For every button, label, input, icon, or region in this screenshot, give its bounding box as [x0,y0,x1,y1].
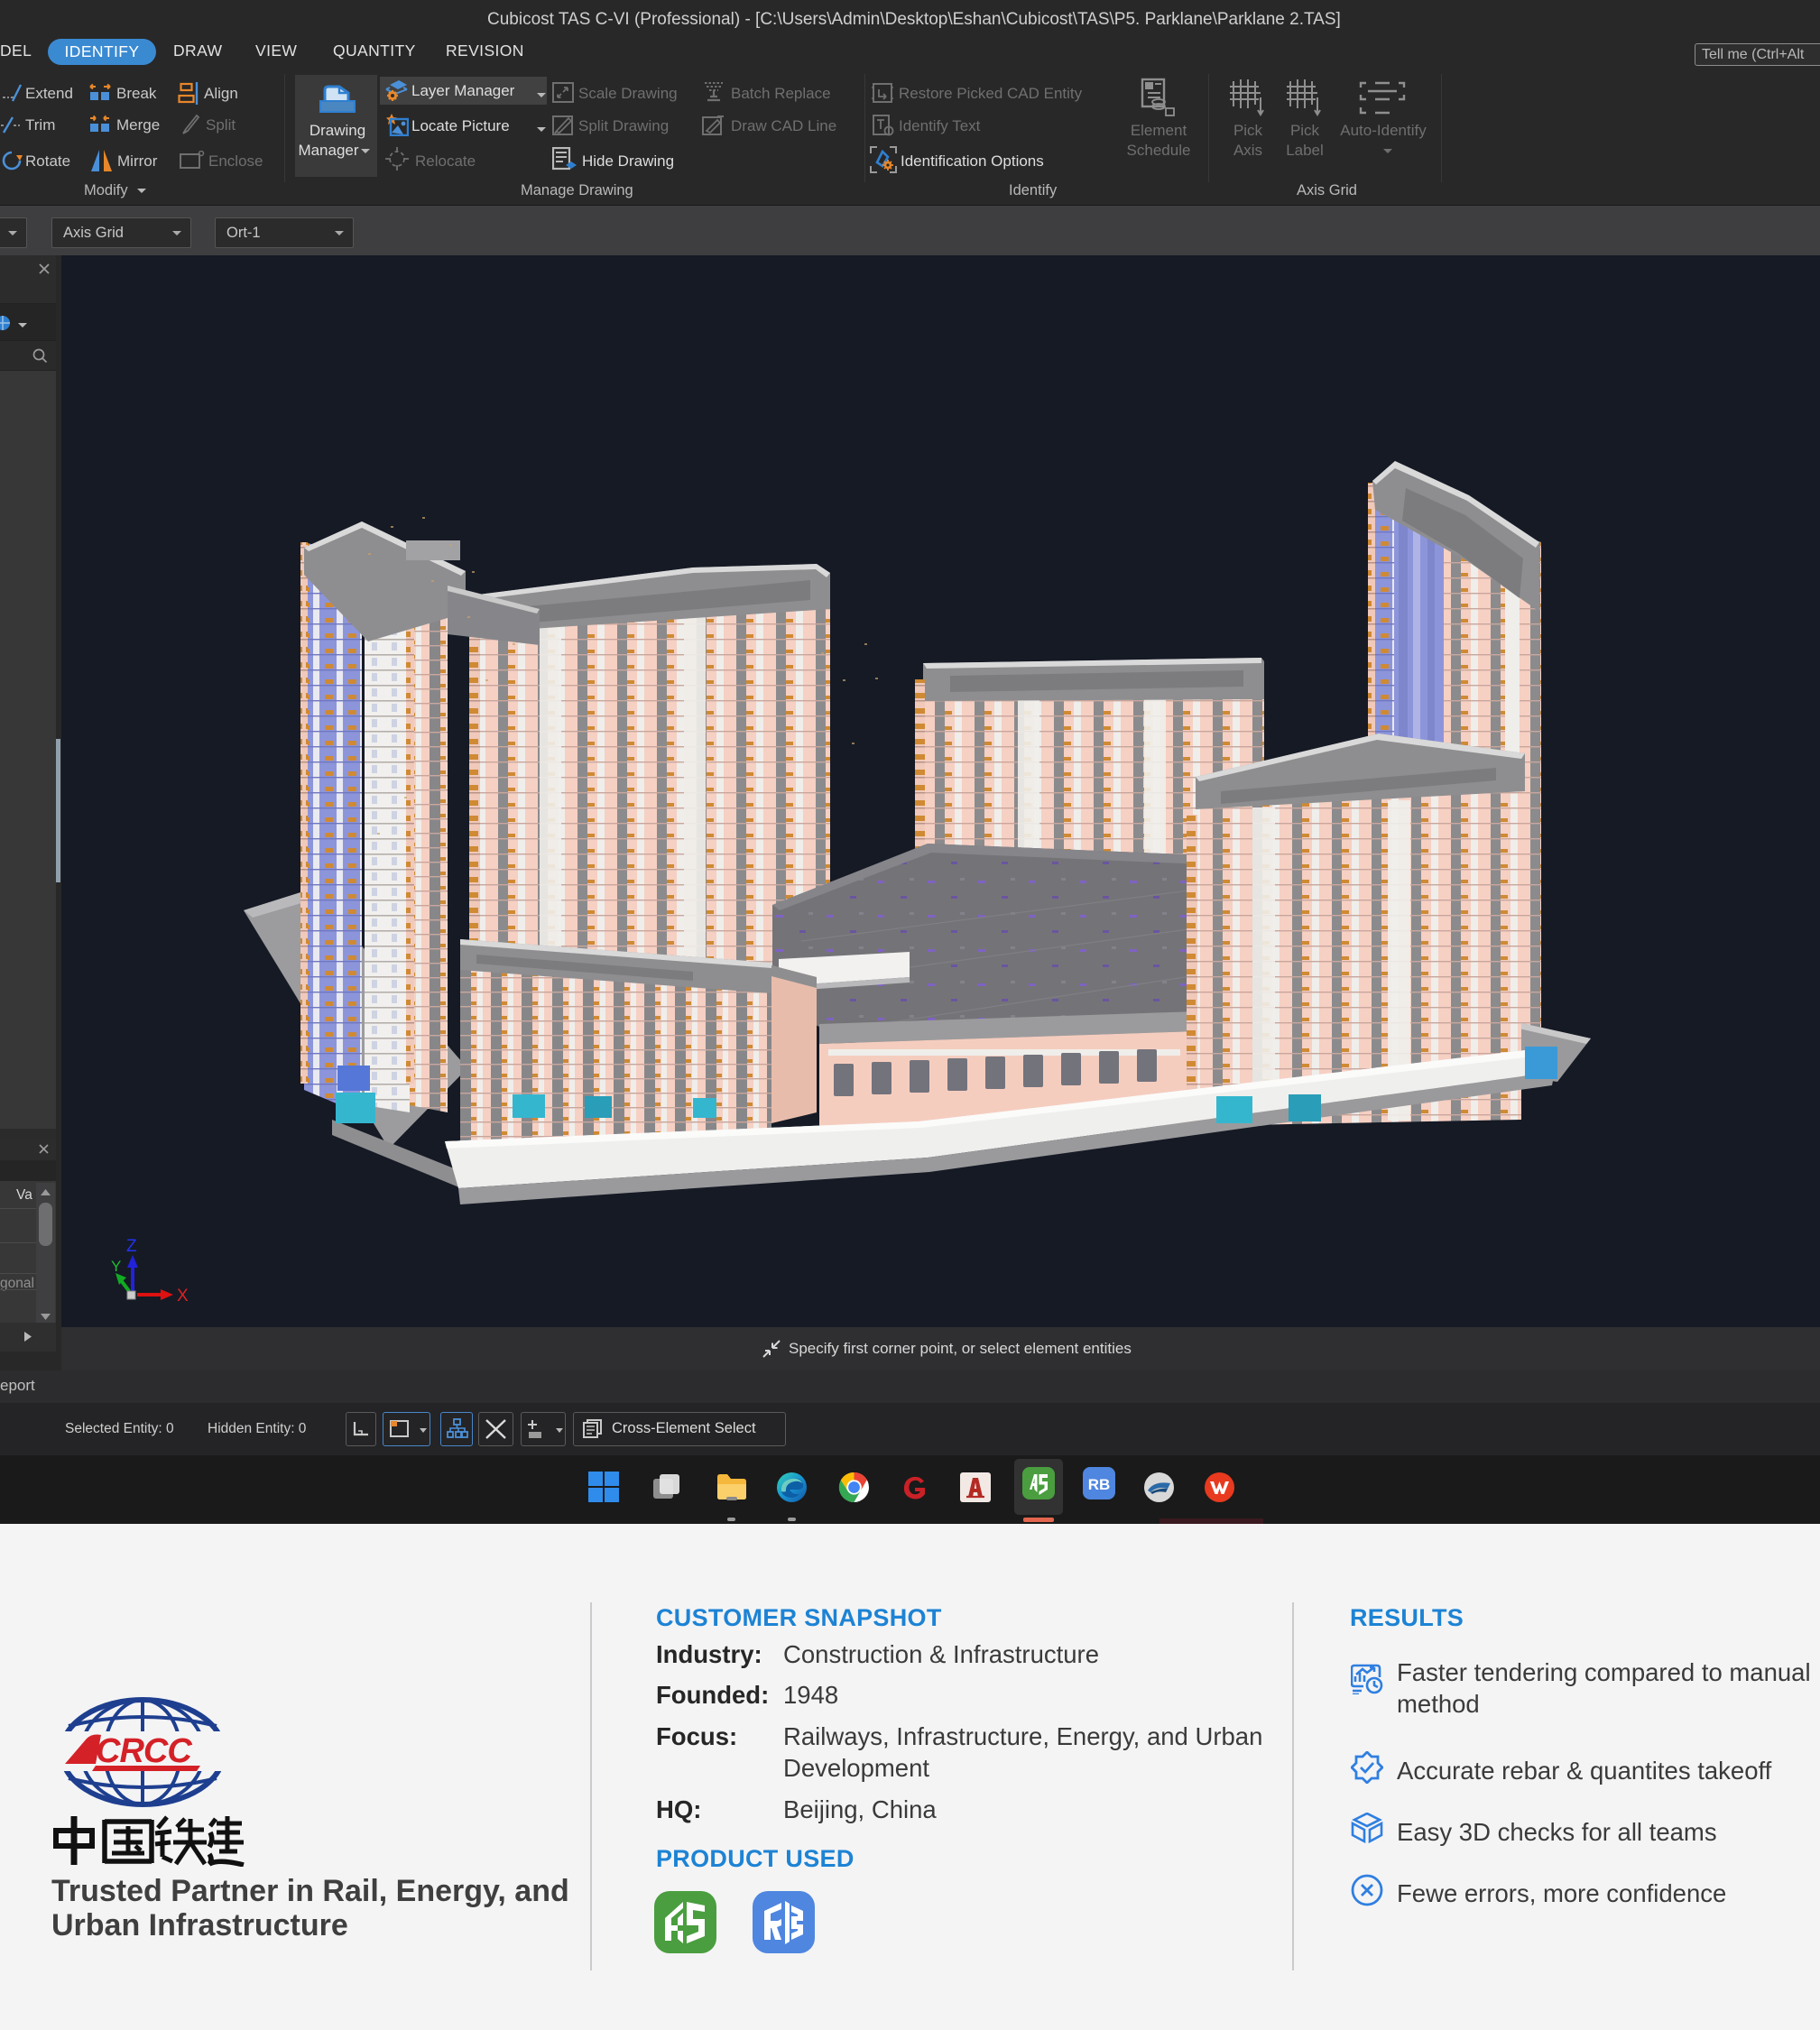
svg-text:CRCC: CRCC [96,1732,192,1770]
svg-text:Z: Z [126,1237,137,1256]
svg-text:X: X [177,1287,189,1306]
svg-text:RB: RB [1088,1476,1111,1493]
svg-text:Y: Y [111,1258,121,1275]
